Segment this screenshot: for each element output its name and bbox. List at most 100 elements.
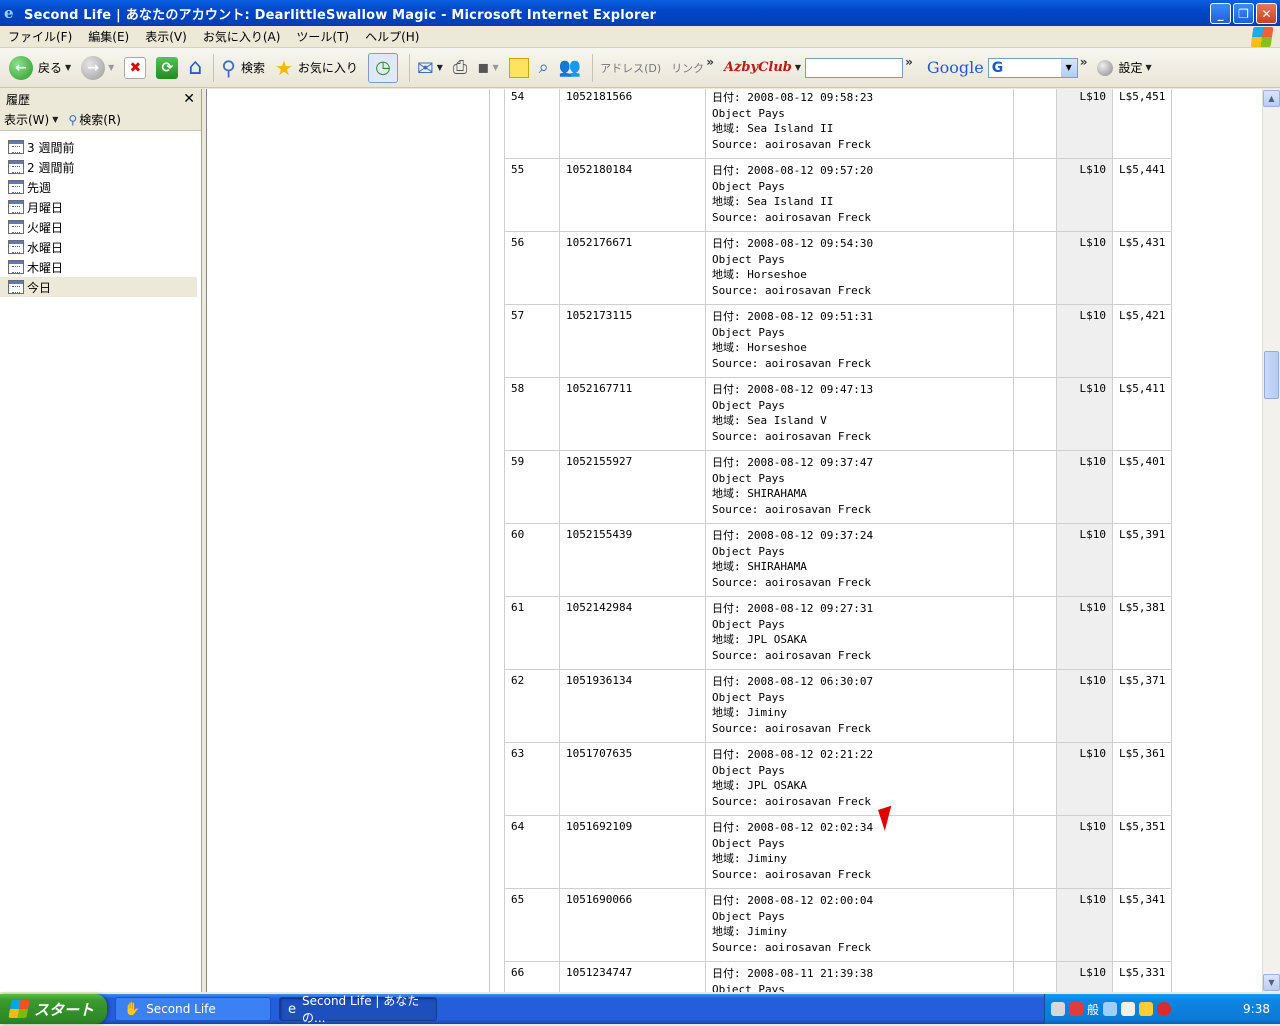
chevron-right-icon[interactable]: »: [706, 55, 714, 69]
azby-search-input[interactable]: [805, 57, 904, 78]
google-logo[interactable]: Google: [927, 58, 984, 77]
network-icon[interactable]: [1103, 1002, 1118, 1016]
notes-button[interactable]: [506, 51, 532, 85]
back-arrow-icon: ←: [9, 55, 33, 80]
azby-dropdown-icon[interactable]: ▼: [795, 63, 801, 72]
history-item-today[interactable]: 今日: [0, 277, 197, 297]
menu-bar: ファイル(F) 編集(E) 表示(V) お気に入り(A) ツール(T) ヘルプ(…: [0, 26, 1280, 48]
history-search-button[interactable]: 検索(R): [79, 111, 121, 128]
account-balance: L$5,351: [1111, 815, 1173, 889]
view-dropdown-icon[interactable]: ▼: [52, 115, 58, 124]
search-icon[interactable]: ⚲: [68, 113, 77, 127]
title-bar[interactable]: e Second Life | あなたのアカウント: DearlittleSwa…: [0, 0, 1280, 26]
history-item[interactable]: 3 週間前: [0, 137, 197, 157]
table-row: 59 1052155927 日付: 2008-08-12 09:37:47 Objec…: [504, 450, 1173, 524]
messenger-button[interactable]: 👥: [556, 51, 584, 85]
azbyclub-logo[interactable]: AzbyClub: [724, 60, 792, 75]
mail-dropdown-icon[interactable]: ▼: [437, 63, 443, 72]
history-view-button[interactable]: 表示(W): [4, 111, 49, 128]
close-icon[interactable]: ✕: [183, 91, 195, 107]
note-icon: [508, 57, 529, 78]
home-button[interactable]: ⌂: [185, 51, 205, 85]
taskbar-item-ie[interactable]: e Second Life | あなたの...: [279, 994, 437, 1025]
google-search-select[interactable]: G ▼: [987, 57, 1078, 78]
history-item[interactable]: 先週: [0, 177, 197, 197]
edit-dropdown-icon[interactable]: ▼: [492, 63, 498, 72]
column-divider: [489, 89, 490, 992]
menu-edit[interactable]: 編集(E): [80, 28, 137, 45]
mail-button[interactable]: ✉ ▼: [414, 51, 446, 85]
detail-type: Object Pays: [712, 325, 785, 339]
empty-cell: [1013, 89, 1057, 159]
close-button[interactable]: ✕: [1256, 3, 1277, 24]
favorites-button[interactable]: ★ お気に入り: [272, 51, 361, 85]
antivirus-icon[interactable]: [1157, 1002, 1172, 1016]
calendar-icon: [8, 260, 24, 274]
history-item-label: 先週: [27, 180, 52, 195]
back-button[interactable]: ← 戻る ▼: [6, 51, 74, 85]
menu-help[interactable]: ヘルプ(H): [357, 28, 427, 45]
table-row: 60 1052155439 日付: 2008-08-12 09:37:24 Objec…: [504, 523, 1173, 597]
links-bar-collapsed[interactable]: リンク »: [668, 51, 717, 85]
minimize-button[interactable]: _: [1210, 3, 1231, 24]
scroll-up-button[interactable]: ▲: [1263, 90, 1280, 107]
detail-source: Source: aoirosavan Freck: [712, 575, 871, 589]
restore-button[interactable]: ❐: [1233, 3, 1254, 24]
back-dropdown-icon[interactable]: ▼: [65, 63, 71, 72]
menu-tools[interactable]: ツール(T): [288, 28, 357, 45]
detail-source: Source: aoirosavan Freck: [712, 356, 871, 370]
refresh-button[interactable]: ⟳: [153, 51, 181, 85]
history-item[interactable]: 月曜日: [0, 197, 197, 217]
empty-cell: [1013, 888, 1057, 962]
scroll-thumb[interactable]: [1264, 351, 1279, 399]
address-bar-collapsed[interactable]: アドレス(D): [597, 51, 664, 85]
table-row: 58 1052167711 日付: 2008-08-12 09:47:13 Objec…: [504, 377, 1173, 451]
detail-date: 日付: 2008-08-12 09:27:31: [712, 602, 874, 615]
second-life-icon: ✋: [124, 1001, 141, 1017]
volume-icon[interactable]: [1121, 1002, 1136, 1016]
keyboard-icon[interactable]: [1051, 1002, 1065, 1016]
ime-mode[interactable]: 般: [1087, 1001, 1099, 1018]
account-balance: L$5,391: [1111, 523, 1173, 597]
chevron-right-icon[interactable]: »: [1080, 55, 1088, 69]
history-item-label: 月曜日: [27, 200, 64, 215]
window-title: Second Life | あなたのアカウント: DearlittleSwall…: [24, 7, 657, 23]
search-button[interactable]: ⚲ 検索: [218, 51, 268, 85]
scroll-down-button[interactable]: ▼: [1263, 974, 1280, 991]
forward-dropdown-icon[interactable]: ▼: [108, 63, 114, 72]
detail-date: 日付: 2008-08-12 09:54:30: [712, 237, 874, 250]
detail-source: Source: aoirosavan Freck: [712, 867, 871, 881]
settings-button[interactable]: 設定 ▼: [1094, 51, 1154, 85]
history-item[interactable]: 2 週間前: [0, 157, 197, 177]
detail-date: 日付: 2008-08-12 09:37:24: [712, 529, 874, 542]
menu-view[interactable]: 表示(V): [137, 28, 195, 45]
forward-button[interactable]: → ▼: [78, 51, 117, 85]
page-content[interactable]: 54 1052181566 日付: 2008-08-12 09:58:23 Objec…: [206, 89, 1262, 992]
history-item[interactable]: 水曜日: [0, 237, 197, 257]
history-item[interactable]: 木曜日: [0, 257, 197, 277]
print-button[interactable]: ⎙: [450, 51, 470, 85]
detail-region: 地域: JPL OSAKA: [712, 633, 807, 646]
ime-icon[interactable]: [1069, 1002, 1083, 1016]
chevron-right-icon[interactable]: »: [905, 55, 913, 69]
transaction-amount: L$10: [1056, 304, 1113, 378]
detail-date: 日付: 2008-08-12 09:37:47: [712, 456, 874, 469]
edit-button[interactable]: ▪ ▼: [474, 51, 501, 85]
security-icon[interactable]: [1139, 1002, 1154, 1016]
account-balance: L$5,411: [1111, 377, 1173, 451]
research-button[interactable]: ⌕: [536, 51, 552, 85]
stop-button[interactable]: ✖: [121, 51, 149, 85]
history-item-label: 水曜日: [27, 240, 64, 255]
start-button[interactable]: スタート: [0, 994, 107, 1024]
detail-region: 地域: SHIRAHAMA: [712, 487, 807, 500]
empty-cell: [1013, 450, 1057, 524]
transaction-id: 1052167711: [559, 377, 706, 451]
history-item[interactable]: 火曜日: [0, 217, 197, 237]
transaction-id: 1052155439: [559, 523, 706, 597]
menu-favorites[interactable]: お気に入り(A): [195, 28, 289, 45]
taskbar-item-second-life[interactable]: ✋ Second Life: [115, 997, 271, 1021]
google-toolbar: Google G ▼ »: [920, 51, 1091, 85]
vertical-scrollbar[interactable]: ▲ ▼: [1262, 89, 1280, 992]
history-button[interactable]: ◷: [365, 51, 401, 85]
menu-file[interactable]: ファイル(F): [0, 28, 80, 45]
